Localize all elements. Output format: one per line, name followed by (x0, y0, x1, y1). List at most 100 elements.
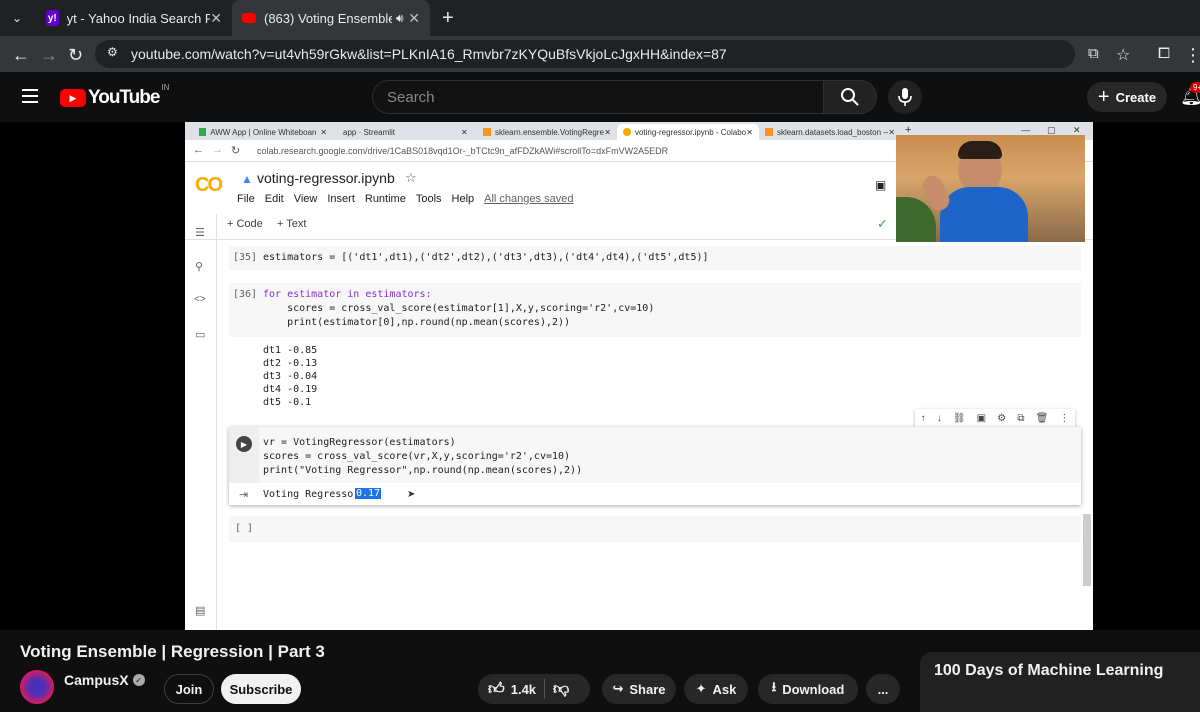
share-icon: ↪ (612, 681, 624, 696)
inner-tab: sklearn.datasets.load_boston — ✕ (759, 124, 901, 140)
star-icon: ☆ (405, 170, 417, 185)
yahoo-favicon-icon: y! (46, 10, 59, 26)
like-dislike-group[interactable]: 👍︎ 1.4k 👎︎ (478, 674, 590, 704)
code-cell-35: [35] estimators = [('dt1',dt1),('dt2',dt… (229, 246, 1081, 270)
menu-kebab-icon[interactable]: ⋮ (1184, 45, 1200, 66)
address-bar[interactable]: ⚙ youtube.com/watch?v=ut4vh59rGkw&list=P… (95, 40, 1075, 68)
hamburger-menu-icon[interactable] (22, 89, 38, 103)
subscribe-button[interactable]: Subscribe (221, 674, 301, 704)
ask-button[interactable]: ✦ Ask (684, 674, 748, 704)
share-button[interactable]: ↪ Share (602, 674, 676, 704)
code-snippets-icon: <> (194, 294, 206, 305)
toc-icon: ☰ (195, 227, 205, 239)
more-icon: ⋮ (1059, 412, 1070, 424)
comment-icon: ▣ (976, 412, 987, 424)
colab-logo: CO (195, 174, 223, 196)
join-button[interactable]: Join (164, 674, 214, 704)
empty-code-cell: [ ] (229, 516, 1081, 542)
aww-favicon-icon (199, 128, 207, 136)
search-button[interactable] (823, 80, 877, 114)
comment-icon: ▣ (875, 178, 887, 192)
settings-icon: ⚙ (997, 412, 1007, 424)
forward-icon[interactable]: → (40, 45, 58, 66)
browser-tab-bar: ⌄ y! yt - Yahoo India Search Results ✕ (… (0, 0, 1200, 36)
more-actions-button[interactable]: ... (866, 674, 900, 704)
tab-youtube[interactable]: (863) Voting Ensemble | Reg 🔊︎ ✕ (232, 0, 430, 36)
verified-icon: ✓ (132, 674, 145, 686)
close-tab-icon[interactable]: ✕ (210, 10, 222, 27)
voice-search-button[interactable] (888, 80, 922, 114)
notifications-button[interactable]: 🔔︎ 9+ (1180, 82, 1200, 107)
reload-icon[interactable]: ↻ (68, 45, 83, 66)
code-cell-active: ▶ vr = VotingRegressor(estimators) score… (229, 427, 1081, 505)
like-count: 1.4k (510, 681, 537, 697)
inner-tab-active: voting-regressor.ipynb - Colabo ✕ (617, 124, 759, 140)
colab-menu: File Edit View Insert Runtime Tools Help… (237, 193, 574, 205)
youtube-header: ▶ YouTube IN Search + Create 🔔︎ 9+ (0, 72, 1200, 122)
colab-favicon-icon (623, 128, 631, 136)
code-cell-36: [36] for estimator in estimators: scores… (229, 283, 1081, 337)
create-button[interactable]: + Create (1087, 82, 1167, 112)
playlist-panel[interactable]: 100 Days of Machine Learning (920, 652, 1200, 712)
microphone-icon (898, 88, 912, 106)
video-title: Voting Ensemble | Regression | Part 3 (20, 642, 325, 661)
link-icon: ⛓ (952, 412, 966, 424)
add-code-button: + Code (227, 218, 263, 230)
folder-icon: ▭ (195, 329, 206, 341)
new-tab-button[interactable]: + (432, 4, 462, 32)
download-button[interactable]: ⭳ Download (758, 674, 858, 704)
youtube-play-icon: ▶ (60, 89, 86, 107)
colab-left-rail: ☰ ⚲ <> ▭ ▤ (185, 214, 217, 630)
extensions-icon[interactable]: ⧠ (1158, 45, 1170, 62)
cell-toolbar: ↑ ↓ ⛓ ▣ ⚙ ⧉ 🗑︎ ⋮ (915, 409, 1075, 427)
cell-36-output: dt1 -0.85 dt2 -0.13 dt3 -0.04 dt4 -0.19 … (263, 345, 318, 408)
mirror-icon: ⧉ (1017, 412, 1025, 424)
youtube-favicon-icon (242, 13, 256, 23)
install-app-icon[interactable]: ⧉ (1088, 45, 1099, 62)
inner-tab: app · Streamlit ✕ (343, 127, 468, 137)
tab-search-button[interactable]: ⌄ (0, 4, 34, 32)
notification-badge: 9+ (1190, 82, 1200, 93)
presenter-shirt (940, 187, 1028, 242)
highlighted-score: 0.17 (355, 488, 382, 499)
speaker-icon[interactable]: 🔊︎ (396, 11, 404, 26)
video-player[interactable]: AWW App | Online Whiteboard f ✕ app · St… (0, 122, 1200, 630)
url-text: youtube.com/watch?v=ut4vh59rGkw&list=PLK… (131, 46, 727, 62)
close-tab-icon[interactable]: ✕ (408, 10, 420, 27)
drive-icon: ▲ (241, 172, 253, 186)
presenter-webcam (896, 135, 1085, 242)
mouse-cursor-icon: ➤ (407, 489, 416, 500)
back-icon[interactable]: ← (12, 45, 30, 66)
tab-label: yt - Yahoo India Search Results (66, 10, 211, 26)
thumbs-up-icon[interactable]: 👍︎ (488, 680, 505, 699)
bookmark-star-icon[interactable]: ☆ (1116, 45, 1130, 65)
connected-check-icon: ✓ (877, 216, 888, 231)
plus-icon: + (1097, 85, 1110, 108)
scrollbar (1083, 514, 1091, 586)
search-icon: ⚲ (195, 261, 204, 273)
chevron-down-icon: ⌄ (11, 11, 23, 25)
notebook-name: voting-regressor.ipynb (257, 170, 395, 186)
download-icon: ⭳ (771, 679, 777, 694)
sklearn-favicon-icon (483, 128, 491, 136)
tab-yahoo[interactable]: y! yt - Yahoo India Search Results ✕ (36, 4, 232, 32)
sklearn-favicon-icon (765, 128, 773, 136)
inner-tab: AWW App | Online Whiteboard f ✕ (193, 124, 333, 140)
add-text-button: + Text (277, 218, 307, 230)
search-icon (841, 88, 859, 106)
channel-avatar[interactable] (20, 670, 54, 704)
search-input[interactable]: Search (372, 80, 824, 114)
sparkle-icon: ✦ (695, 681, 707, 696)
playlist-title: 100 Days of Machine Learning (934, 662, 1164, 679)
youtube-logo[interactable]: ▶ YouTube IN (60, 83, 169, 109)
thumbs-down-icon[interactable]: 👎︎ (553, 680, 569, 699)
move-up-icon: ↑ (920, 412, 926, 424)
run-cell-icon: ▶ (236, 436, 252, 452)
inner-tab: sklearn.ensemble.VotingRegress ✕ (477, 124, 617, 140)
terminal-icon: ▤ (195, 605, 206, 617)
channel-name[interactable]: CampusX ✓ (64, 672, 145, 688)
site-info-icon[interactable]: ⚙ (107, 45, 118, 59)
browser-toolbar: ← → ↻ ⚙ youtube.com/watch?v=ut4vh59rGkw&… (0, 36, 1200, 72)
delete-icon: 🗑︎ (1035, 412, 1049, 424)
output-icon: ⇥ (239, 489, 249, 501)
